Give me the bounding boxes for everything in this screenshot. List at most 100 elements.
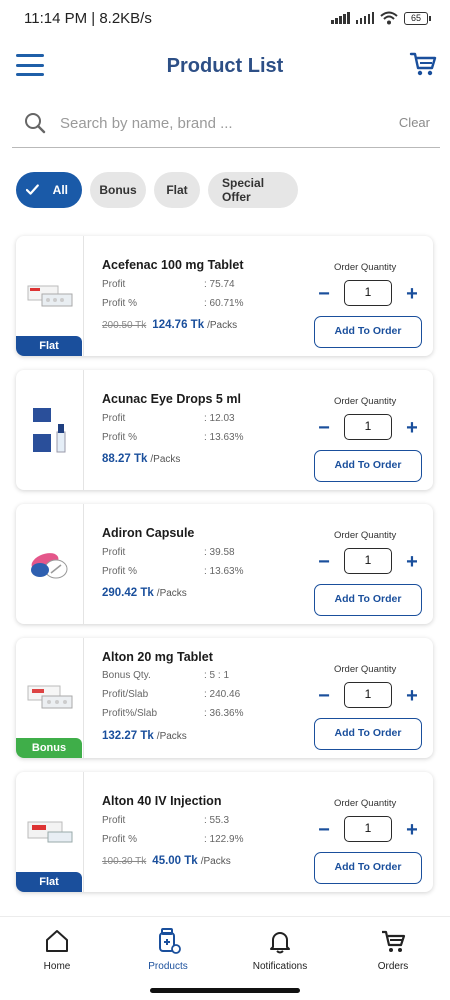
nav-label: Notifications	[252, 961, 308, 972]
decrease-quantity-button[interactable]: −	[314, 820, 334, 840]
profit-row: Profit: 75.74	[102, 279, 235, 290]
add-to-order-button[interactable]: Add To Order	[314, 584, 422, 616]
profit-slab-row: Profit/Slab: 240.46	[102, 689, 241, 700]
quantity-field[interactable]: 1	[344, 548, 392, 574]
product-image: Flat	[16, 236, 84, 356]
product-card[interactable]: Flat Alton 40 IV Injection Profit: 55.3 …	[16, 772, 433, 892]
status-bar: 11:14 PM | 8.2KB/s 65	[0, 0, 450, 36]
increase-quantity-button[interactable]: +	[402, 284, 422, 304]
decrease-quantity-button[interactable]: −	[314, 284, 334, 304]
add-to-order-button[interactable]: Add To Order	[314, 852, 422, 884]
signal-icon	[331, 12, 350, 24]
page-title: Product List	[166, 55, 284, 77]
product-card[interactable]: Adiron Capsule Profit: 39.58 Profit %: 1…	[16, 504, 433, 624]
decrease-quantity-button[interactable]: −	[314, 418, 334, 438]
product-image	[16, 370, 84, 490]
add-to-order-button[interactable]: Add To Order	[314, 316, 422, 348]
current-price: 124.76 Tk	[152, 319, 205, 331]
quantity-field[interactable]: 1	[344, 414, 392, 440]
product-card[interactable]: Acunac Eye Drops 5 ml Profit: 12.03 Prof…	[16, 370, 433, 490]
current-price: 45.00 Tk	[152, 855, 198, 867]
product-card[interactable]: Flat Acefenac 100 mg Tablet Profit: 75.7…	[16, 236, 433, 356]
battery-icon: 65	[404, 11, 431, 25]
search-input[interactable]	[60, 110, 360, 136]
current-price: 88.27 Tk	[102, 453, 148, 465]
product-image: Flat	[16, 772, 84, 892]
profit-percent-row: Profit %: 13.63%	[102, 566, 244, 577]
profit-row: Profit: 12.03	[102, 413, 235, 424]
wifi-icon	[380, 11, 398, 25]
search-icon	[25, 113, 46, 134]
quantity-field[interactable]: 1	[344, 280, 392, 306]
bonus-tag: Bonus	[16, 738, 82, 758]
increase-quantity-button[interactable]: +	[402, 820, 422, 840]
profit-row: Profit: 39.58	[102, 547, 235, 558]
profit-percent-row: Profit %: 122.9%	[102, 834, 244, 845]
decrease-quantity-button[interactable]: −	[314, 552, 334, 572]
price: 88.27 Tk/Packs	[102, 453, 181, 465]
quantity-field[interactable]: 1	[344, 816, 392, 842]
filter-chip-special-offer[interactable]: Special Offer	[208, 172, 298, 208]
product-name: Acefenac 100 mg Tablet	[102, 258, 244, 272]
quantity-field[interactable]: 1	[344, 682, 392, 708]
order-quantity-label: Order Quantity	[334, 798, 397, 809]
nav-notifications[interactable]: Notifications	[235, 927, 325, 972]
status-icons: 65	[331, 11, 431, 25]
order-quantity-label: Order Quantity	[334, 664, 397, 675]
filter-chip-label: Special Offer	[222, 176, 265, 204]
flat-tag: Flat	[16, 336, 82, 356]
status-time: 11:14 PM | 8.2KB/s	[24, 9, 152, 27]
bonus-qty-row: Bonus Qty.: 5 : 1	[102, 670, 230, 681]
current-price: 132.27 Tk	[102, 730, 154, 742]
signal-icon-2	[355, 12, 374, 24]
product-image: Bonus	[16, 638, 84, 758]
product-card[interactable]: Bonus Alton 20 mg Tablet Bonus Qty.: 5 :…	[16, 638, 433, 758]
product-name: Alton 20 mg Tablet	[102, 650, 213, 664]
product-image	[16, 504, 84, 624]
old-price: 200.50 Tk	[102, 320, 147, 331]
flat-tag: Flat	[16, 872, 82, 892]
profit-percent-row: Profit %: 13.63%	[102, 432, 244, 443]
profit-percent-slab-row: Profit%/Slab: 36.36%	[102, 708, 244, 719]
add-to-order-button[interactable]: Add To Order	[314, 718, 422, 750]
profit-percent-row: Profit %: 60.71%	[102, 298, 244, 309]
home-indicator	[150, 988, 300, 993]
old-price: 100.30 Tk	[102, 856, 147, 867]
increase-quantity-button[interactable]: +	[402, 418, 422, 438]
nav-orders[interactable]: Orders	[348, 927, 438, 972]
nav-label: Orders	[377, 961, 409, 972]
product-name: Acunac Eye Drops 5 ml	[102, 392, 241, 406]
nav-label: Home	[43, 961, 71, 972]
product-name: Adiron Capsule	[102, 526, 195, 540]
price: 132.27 Tk/Packs	[102, 730, 187, 742]
nav-label: Products	[148, 961, 188, 972]
decrease-quantity-button[interactable]: −	[314, 686, 334, 706]
home-icon	[46, 930, 68, 952]
clear-button[interactable]: Clear	[399, 115, 430, 130]
product-name: Alton 40 IV Injection	[102, 794, 222, 808]
filter-chip-all[interactable]: All	[16, 172, 82, 208]
price: 290.42 Tk/Packs	[102, 587, 187, 599]
current-price: 290.42 Tk	[102, 587, 154, 599]
order-quantity-label: Order Quantity	[334, 396, 397, 407]
filter-chip-label: Bonus	[99, 183, 137, 197]
app-bar: Product List	[0, 36, 450, 98]
filter-chip-bonus[interactable]: Bonus	[90, 172, 146, 208]
filter-chip-label: All	[52, 183, 68, 197]
increase-quantity-button[interactable]: +	[402, 686, 422, 706]
profit-row: Profit: 55.3	[102, 815, 230, 826]
filter-chips: All Bonus Flat Special Offer	[16, 172, 298, 210]
check-icon	[26, 184, 39, 195]
filter-chip-flat[interactable]: Flat	[154, 172, 200, 208]
products-icon	[159, 928, 181, 954]
nav-products[interactable]: Products	[123, 927, 213, 972]
filter-chip-label: Flat	[166, 183, 188, 197]
order-quantity-label: Order Quantity	[334, 262, 397, 273]
cart-icon	[382, 930, 406, 952]
cart-icon[interactable]	[408, 49, 438, 79]
increase-quantity-button[interactable]: +	[402, 552, 422, 572]
nav-home[interactable]: Home	[12, 927, 102, 972]
price: 100.30 Tk 45.00 Tk/Packs	[102, 855, 231, 867]
search-bar: Clear	[12, 100, 440, 148]
add-to-order-button[interactable]: Add To Order	[314, 450, 422, 482]
